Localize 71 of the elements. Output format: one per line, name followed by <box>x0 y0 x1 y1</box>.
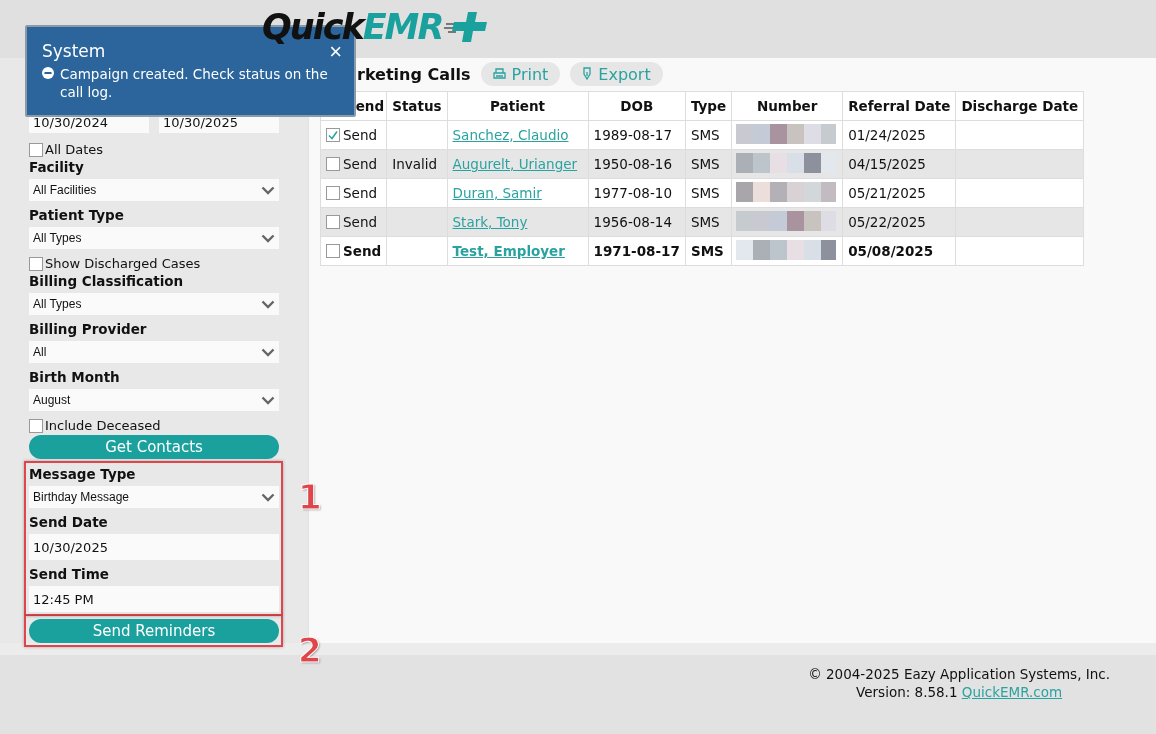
column-header: Referral Date <box>842 91 956 121</box>
column-header: Discharge Date <box>955 91 1084 121</box>
table-cell: 05/22/2025 <box>842 207 956 237</box>
column-header: DOB <box>588 91 686 121</box>
checkbox[interactable] <box>326 215 340 229</box>
field-label: Facility <box>29 159 85 176</box>
field-label: Send Time <box>29 566 110 583</box>
column-header: Number <box>731 91 843 121</box>
checkbox[interactable] <box>326 186 340 200</box>
column-header: Type <box>685 91 732 121</box>
cell-text: Send <box>343 243 382 259</box>
table-cell: 1956-08-14 <box>588 207 686 237</box>
dropdown[interactable]: All Types <box>29 227 279 249</box>
checkbox[interactable] <box>326 157 340 171</box>
column-header: Patient <box>447 91 589 121</box>
action-button[interactable]: Send Reminders <box>29 619 279 643</box>
field-label: Message Type <box>29 466 137 483</box>
chevron-down-icon <box>261 347 275 357</box>
cell-text: Send <box>343 214 377 230</box>
table-cell: 05/08/2025 <box>842 236 956 266</box>
table-cell: SMS <box>685 178 732 208</box>
pen-icon <box>582 67 593 81</box>
dropdown[interactable]: All Facilities <box>29 179 279 201</box>
checkbox[interactable] <box>29 142 43 157</box>
table-cell: SMS <box>685 236 732 266</box>
checkbox-label: All Dates <box>45 141 104 158</box>
table-cell: Invalid <box>386 149 448 179</box>
chevron-down-icon <box>261 395 275 405</box>
version-text: Version: 8.58.1 <box>856 684 958 700</box>
cell-text: Send <box>343 185 377 201</box>
input-field[interactable]: 12:45 PM <box>29 586 279 612</box>
dropdown[interactable]: Birthday Message <box>29 486 279 508</box>
field-label: Send Date <box>29 514 109 531</box>
checkbox-label: Include Deceased <box>45 417 161 434</box>
checkbox-label: Show Discharged Cases <box>45 255 201 272</box>
table-cell: 1989-08-17 <box>588 120 686 150</box>
checkbox[interactable] <box>326 244 340 258</box>
chevron-down-icon <box>261 299 275 309</box>
table-cell: 04/15/2025 <box>842 149 956 179</box>
dropdown[interactable]: All Types <box>29 293 279 315</box>
table-cell: 01/24/2025 <box>842 120 956 150</box>
cell-text: Send <box>343 156 377 172</box>
table-cell: 05/21/2025 <box>842 178 956 208</box>
chevron-down-icon <box>261 185 275 195</box>
input-field[interactable]: 10/30/2025 <box>29 534 279 560</box>
close-button[interactable]: × <box>329 44 342 60</box>
printer-icon <box>492 68 506 80</box>
action-button[interactable]: Get Contacts <box>29 435 279 459</box>
field-label: Billing Provider <box>29 321 148 338</box>
copyright-text: © 2004-2025 Eazy Application Systems, Inc. <box>808 665 1110 683</box>
table-cell: SMS <box>685 120 732 150</box>
checkbox[interactable] <box>29 418 43 433</box>
field-label: Billing Classification <box>29 273 185 290</box>
notification-title: System <box>42 41 106 61</box>
page-title: rketing Calls <box>357 64 471 84</box>
field-label: Birth Month <box>29 369 121 386</box>
table-cell: 1977-08-10 <box>588 178 686 208</box>
checkbox[interactable] <box>326 128 340 142</box>
column-header: Status <box>386 91 448 121</box>
chevron-down-icon <box>261 233 275 243</box>
table-cell: 1950-08-16 <box>588 149 686 179</box>
dropdown[interactable]: All <box>29 341 279 363</box>
callout-number: 1 <box>298 477 322 517</box>
checkbox[interactable] <box>29 256 43 271</box>
chevron-down-icon <box>261 492 275 502</box>
cell-text: Send <box>343 127 377 143</box>
callout-number: 2 <box>298 630 322 670</box>
minus-circle-icon <box>42 67 54 79</box>
field-label: Patient Type <box>29 207 125 224</box>
dropdown[interactable]: August <box>29 389 279 411</box>
table-cell: 1971-08-17 <box>588 236 686 266</box>
